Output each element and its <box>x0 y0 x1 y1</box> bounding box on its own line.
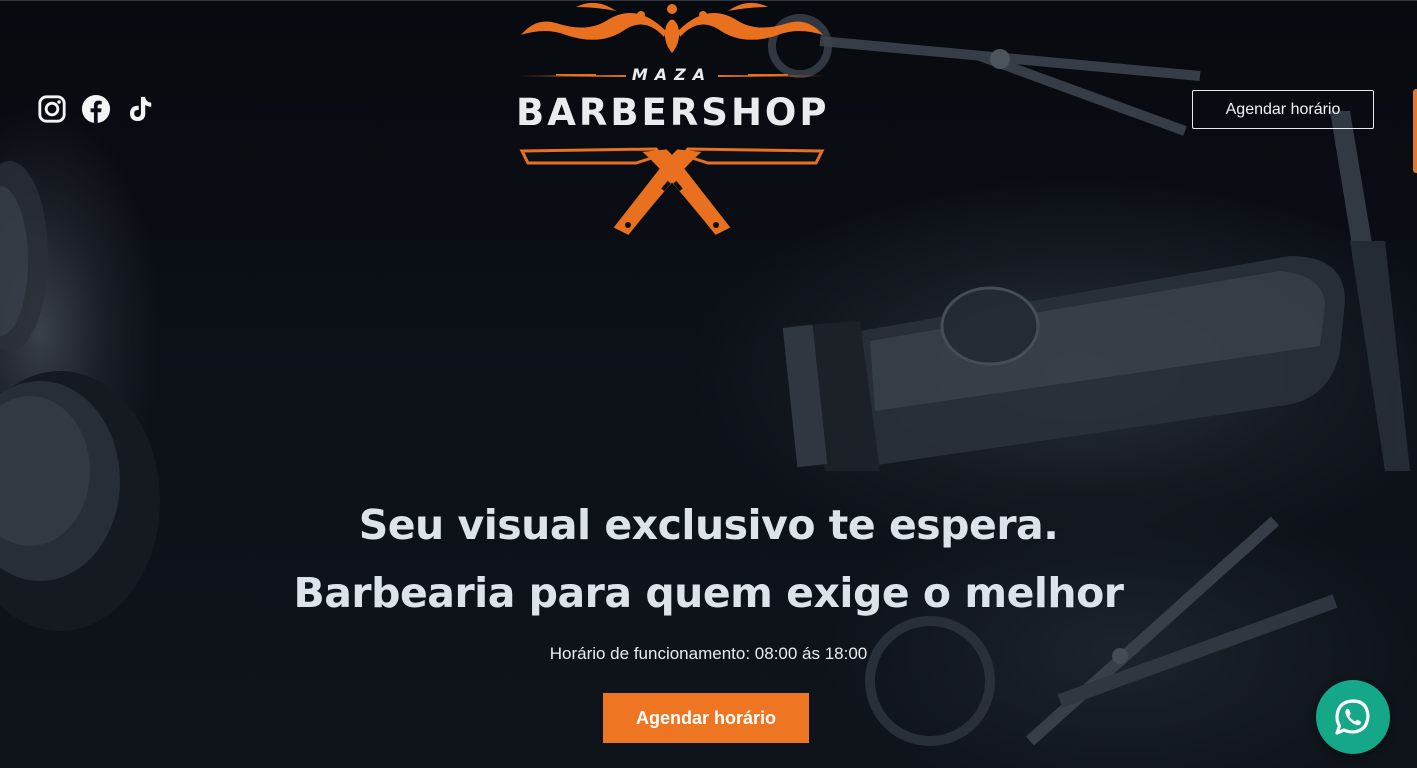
facebook-icon <box>81 94 111 124</box>
hero-schedule-button[interactable]: Agendar horário <box>603 693 809 743</box>
social-links <box>36 93 156 125</box>
hero-headline-line2: Barbearia para quem exige o melhor <box>293 569 1124 617</box>
ornament-icon <box>521 2 823 53</box>
tiktok-icon <box>129 96 152 121</box>
whatsapp-icon <box>1335 699 1370 735</box>
side-scroll-tab[interactable] <box>1413 89 1417 173</box>
logo-brand-top: MAZA <box>631 65 713 84</box>
whatsapp-button[interactable] <box>1316 680 1390 754</box>
hero-background: MAZA BARBERSHOP Agendar horário Seu visu… <box>0 0 1417 768</box>
tiktok-link[interactable] <box>124 93 156 125</box>
logo-brand-main: BARBERSHOP <box>516 91 830 134</box>
barbershop-logo[interactable]: MAZA BARBERSHOP <box>516 1 828 241</box>
opening-hours: Horário de funcionamento: 08:00 ás 18:00 <box>549 644 868 663</box>
instagram-link[interactable] <box>36 93 68 125</box>
hero-headline-line1: Seu visual exclusivo te espera. <box>358 501 1059 549</box>
crossed-razors-icon <box>519 147 825 235</box>
instagram-icon <box>38 95 66 123</box>
header-schedule-button[interactable]: Agendar horário <box>1192 90 1374 129</box>
facebook-link[interactable] <box>80 93 112 125</box>
